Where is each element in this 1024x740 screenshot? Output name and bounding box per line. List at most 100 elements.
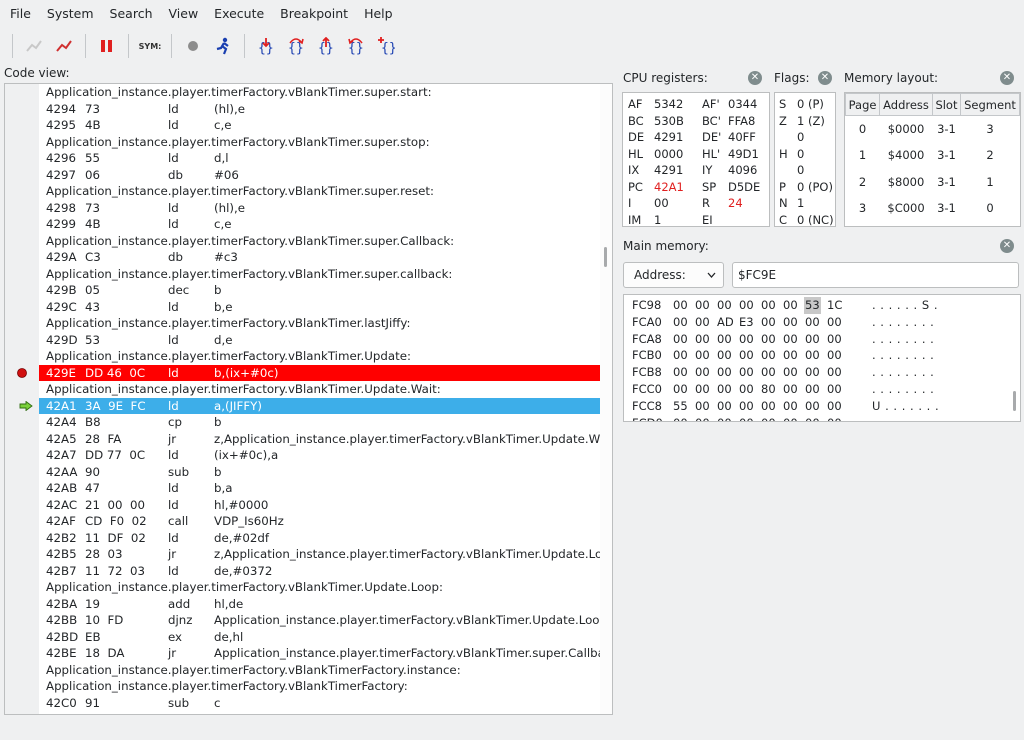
hex-byte[interactable]: 00 [716, 381, 733, 398]
register-value[interactable]: 530B [654, 113, 684, 130]
close-main-memory-button[interactable]: ✕ [1000, 239, 1014, 253]
code-line[interactable]: 42BB 10 FD djnz Application_instance.player… [39, 612, 607, 629]
address-input[interactable]: $FC9E [732, 262, 1019, 288]
code-line[interactable]: 42A1 3A 9E FC ld a,(JIFFY) [39, 397, 602, 414]
register-value[interactable]: 4291 [654, 162, 683, 179]
hex-byte[interactable]: 00 [672, 297, 689, 314]
hex-byte[interactable]: 00 [716, 331, 733, 348]
memory-layout-panel[interactable]: Page Address Slot Segment 0 $0000 3-1 3 1 $4000 3… [844, 92, 1021, 227]
memory-layout-row[interactable]: 0 $0000 3-1 3 [846, 116, 1020, 143]
run-button[interactable] [208, 32, 238, 60]
hex-byte[interactable]: 00 [672, 331, 689, 348]
code-line[interactable]: 4297 06 db #06 [39, 167, 602, 184]
hex-byte[interactable]: 00 [804, 347, 821, 364]
close-memory-layout-button[interactable]: ✕ [1000, 71, 1014, 85]
hex-byte[interactable]: 00 [716, 347, 733, 364]
hex-byte[interactable]: 00 [694, 331, 711, 348]
code-line[interactable]: 4299 4B ld c,e [39, 216, 602, 233]
code-label-line[interactable]: Application_instance.player.timerFactory… [39, 579, 602, 596]
code-scrollbar-thumb[interactable] [604, 247, 607, 267]
code-line[interactable]: 429A C3 db #c3 [39, 249, 602, 266]
hex-byte[interactable]: 00 [760, 415, 777, 421]
register-value[interactable]: 4291 [654, 129, 683, 146]
code-line[interactable]: 42AA 90 sub b [39, 464, 602, 481]
hex-byte[interactable]: 00 [804, 314, 821, 331]
hex-byte[interactable]: 00 [782, 297, 799, 314]
hex-byte[interactable]: 53 [804, 297, 821, 314]
hex-byte[interactable]: 00 [826, 398, 843, 415]
code-line[interactable]: 429E DD 46 0C ld b,(ix+#0c) [39, 364, 602, 381]
hex-byte[interactable]: 00 [782, 314, 799, 331]
code-label-line[interactable]: Application_instance.player.timerFactory… [39, 266, 602, 283]
hex-ascii[interactable]: U . . . . . . . [872, 398, 939, 415]
hex-byte[interactable]: 00 [826, 415, 843, 421]
hex-byte[interactable]: 00 [760, 314, 777, 331]
register-value[interactable]: 4096 [728, 162, 757, 179]
code-line[interactable]: 42BD EB ex de,hl [39, 629, 602, 646]
menu-breakpoint[interactable]: Breakpoint [272, 0, 356, 28]
code-line[interactable]: 429D 53 ld d,e [39, 332, 602, 349]
disable-button[interactable] [19, 32, 49, 60]
code-line[interactable]: 42AC 21 00 00 ld hl,#0000 [39, 497, 602, 514]
step-out-button[interactable]: {} [311, 32, 341, 60]
hex-byte[interactable]: 00 [738, 364, 755, 381]
code-line[interactable]: 429C 43 ld b,e [39, 299, 602, 316]
hex-byte[interactable]: 00 [716, 364, 733, 381]
hex-byte[interactable]: 00 [716, 398, 733, 415]
hex-byte[interactable]: 00 [738, 381, 755, 398]
register-value[interactable]: FFA8 [728, 113, 755, 130]
register-value[interactable]: 0000 [654, 146, 683, 163]
code-line[interactable]: 42B5 28 03 jr z,Application_instance.player… [39, 546, 612, 563]
hex-ascii[interactable]: . . . . . . . . [872, 381, 934, 398]
menu-execute[interactable]: Execute [206, 0, 272, 28]
register-value[interactable]: D5DE [728, 179, 760, 196]
code-line[interactable]: 42AB 47 ld b,a [39, 480, 602, 497]
hex-byte[interactable]: 00 [804, 398, 821, 415]
step-over-button[interactable]: {} [281, 32, 311, 60]
code-label-line[interactable]: Application_instance.player.timerFactory… [39, 183, 602, 200]
code-line[interactable]: 4296 55 ld d,l [39, 150, 602, 167]
hex-byte[interactable]: 00 [782, 364, 799, 381]
hex-byte[interactable]: 00 [782, 347, 799, 364]
pause-button[interactable] [92, 32, 122, 60]
code-label-line[interactable]: Application_instance.player.timerFactory… [39, 315, 602, 332]
step-in-button[interactable]: {} [251, 32, 281, 60]
hex-byte[interactable]: 00 [694, 381, 711, 398]
code-label-line[interactable]: Application_instance.player.timerFactory… [39, 84, 602, 101]
hex-byte[interactable]: 00 [826, 364, 843, 381]
hex-byte[interactable]: 00 [804, 415, 821, 421]
hex-byte[interactable]: 00 [760, 297, 777, 314]
memory-layout-row[interactable]: 3 $C000 3-1 0 [846, 195, 1020, 222]
menu-file[interactable]: File [2, 0, 39, 28]
enable-button[interactable] [49, 32, 79, 60]
code-line[interactable]: 4294 73 ld (hl),e [39, 101, 602, 118]
code-view[interactable]: Application_instance.player.timerFactory… [4, 83, 613, 715]
hex-byte[interactable]: 00 [826, 347, 843, 364]
register-value[interactable]: 40FF [728, 129, 756, 146]
code-line[interactable]: 42A7 DD 77 0C ld (ix+#0c),a [39, 447, 602, 464]
hex-byte[interactable]: 00 [826, 331, 843, 348]
register-value[interactable]: 5342 [654, 96, 683, 113]
hex-byte[interactable]: AD [716, 314, 735, 331]
flag-row[interactable]: Z 1 (Z) [775, 113, 835, 130]
memory-scrollbar-thumb[interactable] [1013, 391, 1016, 411]
flags-panel[interactable]: S0 (P) Z 1 (Z) 0 H 0 0 P 0 (PO) N 1 C 0 (NC) [774, 92, 836, 227]
hex-byte[interactable]: 80 [760, 381, 777, 398]
code-line[interactable]: 42BA 19 add hl,de [39, 596, 602, 613]
hex-byte[interactable]: 00 [760, 331, 777, 348]
code-line[interactable]: 42C0 91 sub c [39, 695, 602, 712]
hex-byte[interactable]: 00 [804, 381, 821, 398]
hex-byte[interactable]: 00 [694, 347, 711, 364]
hex-byte[interactable]: 00 [738, 297, 755, 314]
code-line[interactable]: 42A5 28 FA jr z,Application_instance.player… [39, 431, 612, 448]
code-line[interactable]: 42BE 18 DA jr Application_instance.player.t… [39, 645, 612, 662]
register-value[interactable]: 0344 [728, 96, 757, 113]
code-line[interactable]: 4295 4B ld c,e [39, 117, 602, 134]
code-label-line[interactable]: Application_instance.player.timerFactory… [39, 134, 602, 151]
hex-byte[interactable]: 00 [694, 297, 711, 314]
flag-row[interactable]: N1 [775, 195, 835, 212]
menu-help[interactable]: Help [356, 0, 401, 28]
hex-byte[interactable]: 00 [738, 415, 755, 421]
main-memory-panel[interactable]: FC98 00 00 00 00 00 00 53 1C. . . . . . S . FCA0 0… [623, 294, 1021, 422]
hex-byte[interactable]: 00 [782, 381, 799, 398]
